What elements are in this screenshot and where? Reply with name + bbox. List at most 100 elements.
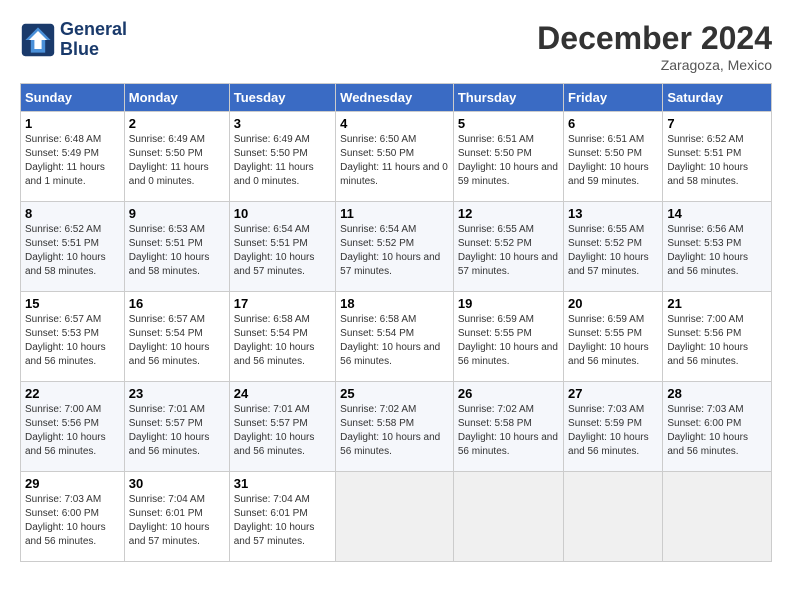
calendar-cell: 17 Sunrise: 6:58 AM Sunset: 5:54 PM Dayl… [229,292,335,382]
calendar-cell: 7 Sunrise: 6:52 AM Sunset: 5:51 PM Dayli… [663,112,772,202]
day-number: 3 [234,116,331,131]
calendar-cell: 21 Sunrise: 7:00 AM Sunset: 5:56 PM Dayl… [663,292,772,382]
day-number: 7 [667,116,767,131]
calendar-cell: 6 Sunrise: 6:51 AM Sunset: 5:50 PM Dayli… [564,112,663,202]
calendar-cell [336,472,454,562]
calendar-cell: 24 Sunrise: 7:01 AM Sunset: 5:57 PM Dayl… [229,382,335,472]
day-info: Sunrise: 6:58 AM Sunset: 5:54 PM Dayligh… [340,313,449,369]
calendar-cell: 19 Sunrise: 6:59 AM Sunset: 5:55 PM Dayl… [453,292,563,382]
calendar-week-row: 22 Sunrise: 7:00 AM Sunset: 5:56 PM Dayl… [21,382,772,472]
day-number: 2 [129,116,225,131]
day-info: Sunrise: 7:03 AM Sunset: 6:00 PM Dayligh… [667,403,767,459]
day-number: 27 [568,386,658,401]
day-number: 1 [25,116,120,131]
calendar-cell: 15 Sunrise: 6:57 AM Sunset: 5:53 PM Dayl… [21,292,125,382]
weekday-header: Saturday [663,84,772,112]
day-info: Sunrise: 6:53 AM Sunset: 5:51 PM Dayligh… [129,223,225,279]
day-info: Sunrise: 6:58 AM Sunset: 5:54 PM Dayligh… [234,313,331,369]
day-info: Sunrise: 6:55 AM Sunset: 5:52 PM Dayligh… [458,223,559,279]
day-number: 17 [234,296,331,311]
page-header: General Blue December 2024 Zaragoza, Mex… [20,20,772,73]
day-number: 10 [234,206,331,221]
logo: General Blue [20,20,127,60]
calendar-week-row: 15 Sunrise: 6:57 AM Sunset: 5:53 PM Dayl… [21,292,772,382]
logo-icon [20,22,56,58]
day-info: Sunrise: 7:01 AM Sunset: 5:57 PM Dayligh… [234,403,331,459]
day-number: 15 [25,296,120,311]
calendar-cell: 14 Sunrise: 6:56 AM Sunset: 5:53 PM Dayl… [663,202,772,292]
day-number: 28 [667,386,767,401]
calendar-cell: 18 Sunrise: 6:58 AM Sunset: 5:54 PM Dayl… [336,292,454,382]
weekday-header: Thursday [453,84,563,112]
day-number: 23 [129,386,225,401]
title-block: December 2024 Zaragoza, Mexico [537,20,772,73]
day-number: 20 [568,296,658,311]
calendar-cell: 3 Sunrise: 6:49 AM Sunset: 5:50 PM Dayli… [229,112,335,202]
day-number: 22 [25,386,120,401]
calendar-cell [663,472,772,562]
day-number: 13 [568,206,658,221]
calendar-cell: 16 Sunrise: 6:57 AM Sunset: 5:54 PM Dayl… [124,292,229,382]
calendar-cell: 10 Sunrise: 6:54 AM Sunset: 5:51 PM Dayl… [229,202,335,292]
day-number: 14 [667,206,767,221]
calendar-cell: 13 Sunrise: 6:55 AM Sunset: 5:52 PM Dayl… [564,202,663,292]
weekday-header: Sunday [21,84,125,112]
weekday-header: Friday [564,84,663,112]
day-info: Sunrise: 6:59 AM Sunset: 5:55 PM Dayligh… [568,313,658,369]
day-info: Sunrise: 6:57 AM Sunset: 5:54 PM Dayligh… [129,313,225,369]
calendar-cell [453,472,563,562]
day-number: 9 [129,206,225,221]
day-info: Sunrise: 7:00 AM Sunset: 5:56 PM Dayligh… [25,403,120,459]
calendar-cell: 31 Sunrise: 7:04 AM Sunset: 6:01 PM Dayl… [229,472,335,562]
calendar-cell: 23 Sunrise: 7:01 AM Sunset: 5:57 PM Dayl… [124,382,229,472]
day-number: 24 [234,386,331,401]
day-info: Sunrise: 6:57 AM Sunset: 5:53 PM Dayligh… [25,313,120,369]
day-info: Sunrise: 6:48 AM Sunset: 5:49 PM Dayligh… [25,133,120,189]
day-info: Sunrise: 6:49 AM Sunset: 5:50 PM Dayligh… [234,133,331,189]
weekday-header: Tuesday [229,84,335,112]
day-info: Sunrise: 7:03 AM Sunset: 6:00 PM Dayligh… [25,493,120,549]
calendar-cell: 30 Sunrise: 7:04 AM Sunset: 6:01 PM Dayl… [124,472,229,562]
calendar-cell: 8 Sunrise: 6:52 AM Sunset: 5:51 PM Dayli… [21,202,125,292]
calendar-cell: 5 Sunrise: 6:51 AM Sunset: 5:50 PM Dayli… [453,112,563,202]
day-number: 5 [458,116,559,131]
month-title: December 2024 [537,20,772,57]
calendar-cell: 29 Sunrise: 7:03 AM Sunset: 6:00 PM Dayl… [21,472,125,562]
calendar-cell: 26 Sunrise: 7:02 AM Sunset: 5:58 PM Dayl… [453,382,563,472]
calendar-cell: 25 Sunrise: 7:02 AM Sunset: 5:58 PM Dayl… [336,382,454,472]
day-info: Sunrise: 7:03 AM Sunset: 5:59 PM Dayligh… [568,403,658,459]
calendar-cell: 11 Sunrise: 6:54 AM Sunset: 5:52 PM Dayl… [336,202,454,292]
day-number: 31 [234,476,331,491]
day-number: 8 [25,206,120,221]
day-number: 6 [568,116,658,131]
day-number: 26 [458,386,559,401]
day-number: 30 [129,476,225,491]
weekday-header: Monday [124,84,229,112]
calendar-cell: 22 Sunrise: 7:00 AM Sunset: 5:56 PM Dayl… [21,382,125,472]
calendar-cell: 12 Sunrise: 6:55 AM Sunset: 5:52 PM Dayl… [453,202,563,292]
day-info: Sunrise: 6:55 AM Sunset: 5:52 PM Dayligh… [568,223,658,279]
day-number: 11 [340,206,449,221]
weekday-header-row: SundayMondayTuesdayWednesdayThursdayFrid… [21,84,772,112]
calendar-table: SundayMondayTuesdayWednesdayThursdayFrid… [20,83,772,562]
weekday-header: Wednesday [336,84,454,112]
day-info: Sunrise: 6:51 AM Sunset: 5:50 PM Dayligh… [568,133,658,189]
day-info: Sunrise: 6:51 AM Sunset: 5:50 PM Dayligh… [458,133,559,189]
calendar-cell: 28 Sunrise: 7:03 AM Sunset: 6:00 PM Dayl… [663,382,772,472]
logo-text: General Blue [60,20,127,60]
day-info: Sunrise: 7:00 AM Sunset: 5:56 PM Dayligh… [667,313,767,369]
calendar-week-row: 8 Sunrise: 6:52 AM Sunset: 5:51 PM Dayli… [21,202,772,292]
calendar-cell: 2 Sunrise: 6:49 AM Sunset: 5:50 PM Dayli… [124,112,229,202]
day-number: 16 [129,296,225,311]
day-info: Sunrise: 7:02 AM Sunset: 5:58 PM Dayligh… [458,403,559,459]
day-number: 4 [340,116,449,131]
day-info: Sunrise: 6:52 AM Sunset: 5:51 PM Dayligh… [667,133,767,189]
day-info: Sunrise: 7:04 AM Sunset: 6:01 PM Dayligh… [234,493,331,549]
calendar-cell: 1 Sunrise: 6:48 AM Sunset: 5:49 PM Dayli… [21,112,125,202]
day-info: Sunrise: 6:59 AM Sunset: 5:55 PM Dayligh… [458,313,559,369]
day-info: Sunrise: 7:02 AM Sunset: 5:58 PM Dayligh… [340,403,449,459]
day-info: Sunrise: 6:56 AM Sunset: 5:53 PM Dayligh… [667,223,767,279]
day-number: 12 [458,206,559,221]
day-number: 19 [458,296,559,311]
day-info: Sunrise: 7:01 AM Sunset: 5:57 PM Dayligh… [129,403,225,459]
